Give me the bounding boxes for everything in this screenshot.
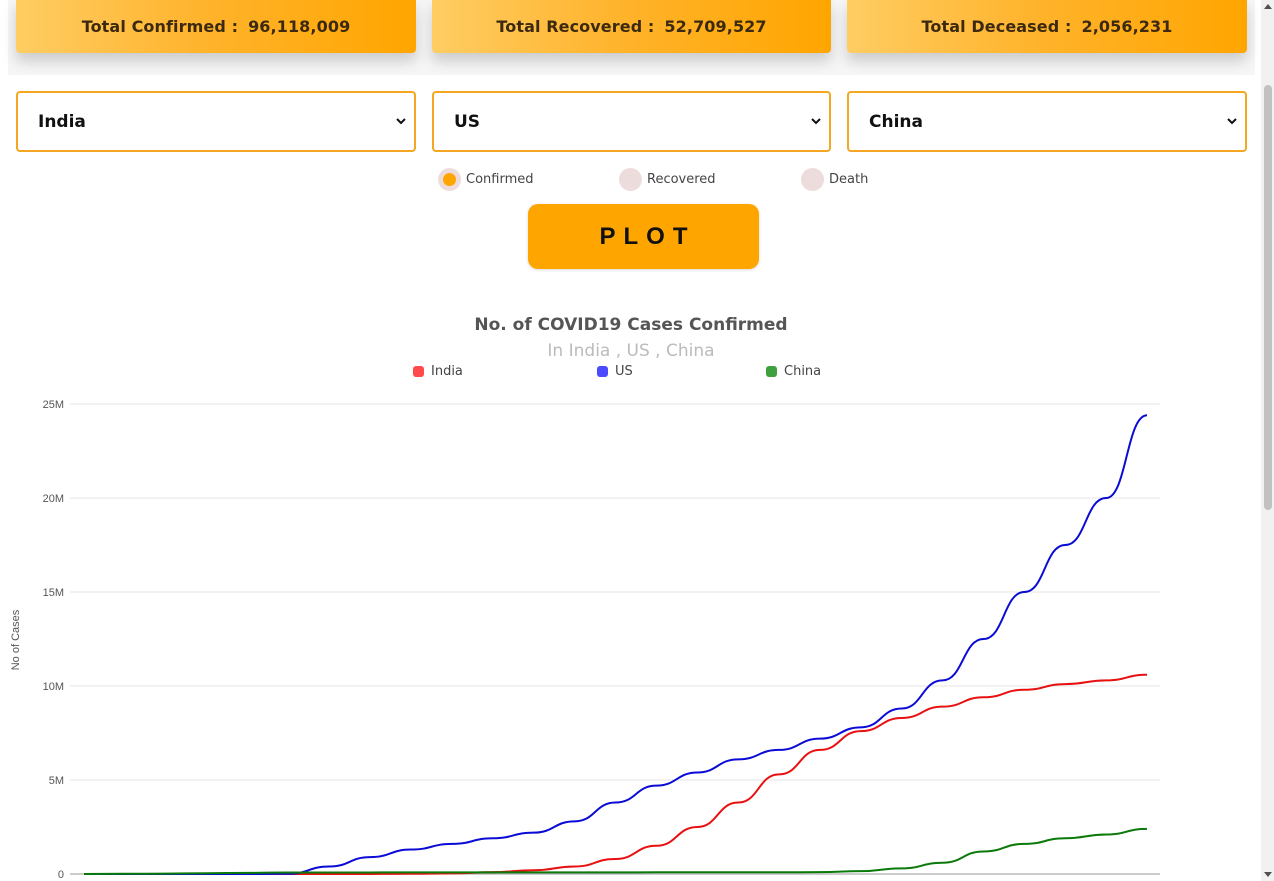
line-chart: 0 5M 10M 15M 20M 25M No of Cases <box>10 399 1160 881</box>
country-select-1-value: India <box>38 111 86 132</box>
total-confirmed-value: 96,118,009 <box>248 17 351 36</box>
chevron-down-icon <box>396 118 406 125</box>
page: Total Confirmed : 96,118,009 Total Recov… <box>0 0 1274 881</box>
country-select-2-value: US <box>454 111 481 132</box>
legend-swatch-china <box>766 366 777 377</box>
radio-death-dot[interactable] <box>801 168 824 191</box>
legend-item-us[interactable]: US <box>597 364 633 379</box>
total-deceased-card: Total Deceased : 2,056,231 <box>847 0 1247 53</box>
scrollbar[interactable] <box>1261 0 1274 881</box>
legend-label-india: India <box>431 364 463 379</box>
chevron-down-icon <box>1227 118 1237 125</box>
legend-label-china: China <box>784 364 822 379</box>
total-deceased-value: 2,056,231 <box>1081 17 1173 36</box>
y-axis-ticks: 0 5M 10M 15M 20M 25M <box>43 399 64 881</box>
total-deceased-label: Total Deceased : <box>921 17 1072 36</box>
total-recovered-card: Total Recovered : 52,709,527 <box>432 0 831 53</box>
country-select-3[interactable]: China <box>847 91 1247 152</box>
y-tick-label: 25M <box>43 399 64 411</box>
series-line-india <box>83 673 1148 875</box>
y-tick-label: 0 <box>58 869 64 881</box>
scroll-thumb[interactable] <box>1264 85 1272 510</box>
y-axis-label: No of Cases <box>10 609 22 670</box>
y-tick-label: 20M <box>43 493 64 505</box>
legend-label-us: US <box>615 364 633 379</box>
country-select-3-value: China <box>869 111 923 132</box>
country-select-1[interactable]: India <box>16 91 416 152</box>
plot-button[interactable]: PLOT <box>528 204 759 269</box>
total-confirmed-card: Total Confirmed : 96,118,009 <box>16 0 416 53</box>
radio-confirmed[interactable]: Confirmed <box>438 168 534 191</box>
chart-subtitle: In India , US , China <box>547 341 715 361</box>
y-tick-label: 10M <box>43 681 64 693</box>
legend-swatch-us <box>597 366 608 377</box>
y-tick-label: 15M <box>43 587 64 599</box>
legend-item-china[interactable]: China <box>766 364 821 379</box>
radio-recovered[interactable]: Recovered <box>619 168 716 191</box>
total-recovered-value: 52,709,527 <box>664 17 767 36</box>
legend-item-india[interactable]: India <box>413 364 463 379</box>
total-confirmed-label: Total Confirmed : <box>81 17 239 36</box>
radio-death[interactable]: Death <box>801 168 868 191</box>
series-line-us <box>83 414 1148 875</box>
chart-series <box>83 414 1148 875</box>
y-tick-label: 5M <box>49 775 64 787</box>
scroll-down-arrow-icon[interactable] <box>1264 872 1272 877</box>
series-line-china <box>83 827 1148 875</box>
legend-swatch-india <box>413 366 424 377</box>
radio-recovered-dot[interactable] <box>619 168 642 191</box>
radio-recovered-label: Recovered <box>647 172 716 187</box>
chart-title: No. of COVID19 Cases Confirmed <box>474 315 788 335</box>
country-select-2[interactable]: US <box>432 91 831 152</box>
radio-confirmed-dot[interactable] <box>438 168 461 191</box>
total-recovered-label: Total Recovered : <box>496 17 655 36</box>
scroll-up-arrow-icon[interactable] <box>1264 4 1272 9</box>
radio-confirmed-label: Confirmed <box>466 172 534 187</box>
radio-death-label: Death <box>829 172 869 187</box>
chevron-down-icon <box>811 118 821 125</box>
